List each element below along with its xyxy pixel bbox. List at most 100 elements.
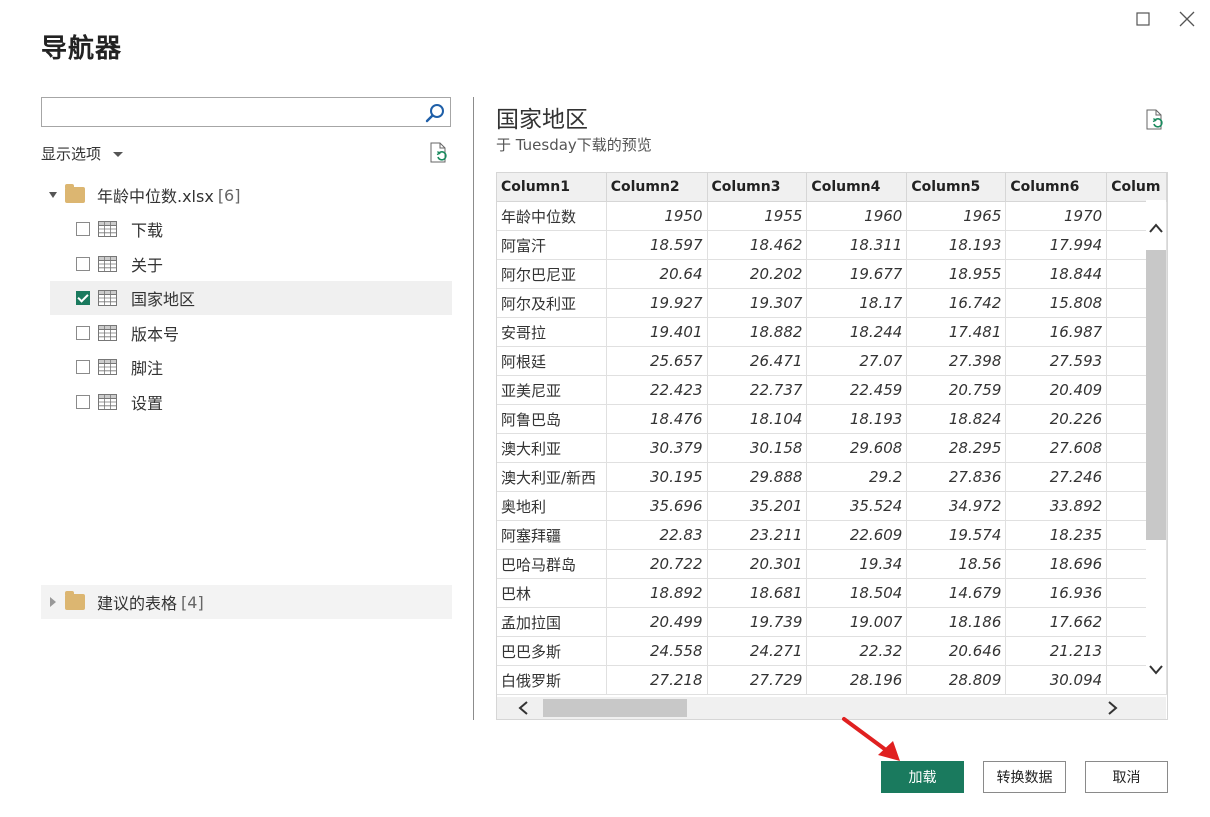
load-button[interactable]: 加载	[881, 761, 964, 793]
tree-item-label: 国家地区	[131, 290, 196, 309]
search-input[interactable]	[48, 99, 422, 127]
cancel-button[interactable]: 取消	[1085, 761, 1168, 793]
tree-item[interactable]: 脚注	[50, 350, 452, 384]
value-cell: 18.696	[1005, 549, 1108, 579]
column-header[interactable]: Column1	[497, 173, 607, 202]
value-cell: 19.401	[606, 317, 708, 347]
value-cell: 24.271	[707, 636, 808, 666]
search-icon[interactable]	[424, 102, 446, 124]
column-header[interactable]: Column2	[606, 173, 708, 202]
search-box[interactable]	[41, 97, 451, 127]
value-cell: 18.504	[806, 578, 908, 608]
column-header[interactable]: Column3	[707, 173, 808, 202]
value-cell: 27.836	[906, 462, 1007, 492]
table-row: 奥地利 35.696 35.201 35.524 34.972 33.892	[497, 491, 1167, 521]
value-cell: 18.186	[906, 607, 1007, 637]
horizontal-scrollbar[interactable]	[497, 697, 1166, 719]
tree-item[interactable]: 版本号	[50, 316, 452, 350]
row-label-cell: 阿鲁巴岛	[497, 404, 607, 434]
row-label-cell: 孟加拉国	[497, 607, 607, 637]
value-cell: 29.888	[707, 462, 808, 492]
value-cell: 19.574	[906, 520, 1007, 550]
value-cell: 1965	[906, 201, 1007, 231]
value-cell: 25.657	[606, 346, 708, 376]
row-label-cell: 奥地利	[497, 491, 607, 521]
scroll-up-icon[interactable]	[1148, 218, 1164, 239]
table-row: 巴哈马群岛 20.722 20.301 19.34 18.56 18.696	[497, 549, 1167, 579]
value-cell: 27.593	[1005, 346, 1108, 376]
collapse-triangle-icon[interactable]	[50, 597, 56, 607]
tree-item[interactable]: 下载	[50, 212, 452, 246]
value-cell: 16.987	[1005, 317, 1108, 347]
item-checkbox[interactable]	[76, 222, 90, 236]
row-label-cell: 阿根廷	[497, 346, 607, 376]
value-cell: 19.307	[707, 288, 808, 318]
close-button[interactable]	[1172, 6, 1202, 32]
value-cell: 30.379	[606, 433, 708, 463]
value-cell: 18.56	[906, 549, 1007, 579]
vertical-scroll-thumb[interactable]	[1146, 250, 1166, 540]
value-cell: 18.244	[806, 317, 908, 347]
value-cell: 18.892	[606, 578, 708, 608]
value-cell: 29.608	[806, 433, 908, 463]
pane-divider[interactable]	[473, 97, 474, 720]
row-label-cell: 年龄中位数	[497, 201, 607, 231]
table-row: 安哥拉 19.401 18.882 18.244 17.481 16.987	[497, 317, 1167, 347]
item-checkbox[interactable]	[76, 394, 90, 409]
value-cell: 20.409	[1005, 375, 1108, 405]
table-row: 澳大利亚/新西 30.195 29.888 29.2 27.836 27.246	[497, 462, 1167, 492]
scroll-right-icon[interactable]	[1107, 700, 1119, 721]
value-cell: 20.202	[707, 259, 808, 289]
maximize-button[interactable]	[1128, 6, 1158, 32]
file-item-count: [6]	[217, 185, 241, 205]
refresh-preview-icon[interactable]	[1143, 108, 1167, 132]
transform-data-button[interactable]: 转换数据	[983, 761, 1066, 793]
item-checkbox[interactable]	[76, 360, 90, 374]
value-cell: 28.196	[806, 665, 908, 695]
value-cell: 20.301	[707, 549, 808, 579]
horizontal-scroll-thumb[interactable]	[543, 699, 687, 717]
value-cell: 20.646	[906, 636, 1007, 666]
column-header[interactable]: Colum	[1106, 173, 1167, 202]
value-cell: 18.844	[1005, 259, 1108, 289]
column-header[interactable]: Column5	[906, 173, 1007, 202]
table-icon	[98, 221, 117, 237]
item-checkbox[interactable]	[76, 325, 90, 340]
preview-table: Column1 Column2 Column3 Column4 Column5 Colum…	[496, 172, 1168, 720]
value-cell: 17.481	[906, 317, 1007, 347]
vertical-scrollbar[interactable]	[1146, 200, 1166, 693]
value-cell: 18.955	[906, 259, 1007, 289]
value-cell: 18.235	[1005, 520, 1108, 550]
value-cell: 24.558	[606, 636, 708, 666]
value-cell: 33.892	[1005, 491, 1108, 521]
value-cell: 18.193	[906, 230, 1007, 260]
table-icon	[98, 255, 117, 272]
table-row: 澳大利亚 30.379 30.158 29.608 28.295 27.608	[497, 433, 1167, 463]
display-options-dropdown[interactable]: 显示选项	[41, 143, 124, 164]
value-cell: 19.927	[606, 288, 708, 318]
item-checkbox[interactable]	[76, 291, 90, 305]
table-row: 阿尔巴尼亚 20.64 20.202 19.677 18.955 18.844	[497, 259, 1167, 289]
column-header[interactable]: Column4	[806, 173, 908, 202]
scroll-left-icon[interactable]	[517, 700, 529, 721]
item-checkbox[interactable]	[76, 256, 90, 271]
tree-item-label: 设置	[131, 393, 164, 413]
value-cell: 27.246	[1005, 462, 1108, 492]
table-icon	[98, 359, 117, 375]
value-cell: 14.679	[906, 578, 1007, 608]
refresh-icon[interactable]	[428, 141, 450, 165]
tree-file-node[interactable]: 年龄中位数.xlsx [6]	[41, 178, 240, 212]
expand-triangle-icon[interactable]	[49, 192, 57, 198]
column-header[interactable]: Column6	[1005, 173, 1108, 202]
preview-subtitle: 于 Tuesday下载的预览	[496, 136, 652, 154]
suggested-tables-row[interactable]: 建议的表格 [4]	[41, 585, 204, 619]
tree-item[interactable]: 国家地区	[50, 281, 452, 315]
tree-item[interactable]: 关于	[50, 247, 452, 281]
scroll-down-icon[interactable]	[1148, 660, 1164, 681]
value-cell: 29.2	[806, 462, 908, 492]
tree-item[interactable]: 设置	[50, 385, 452, 419]
value-cell: 18.597	[606, 230, 708, 260]
row-label-cell: 巴哈马群岛	[497, 549, 607, 579]
table-icon	[98, 290, 117, 306]
value-cell: 18.681	[707, 578, 808, 608]
